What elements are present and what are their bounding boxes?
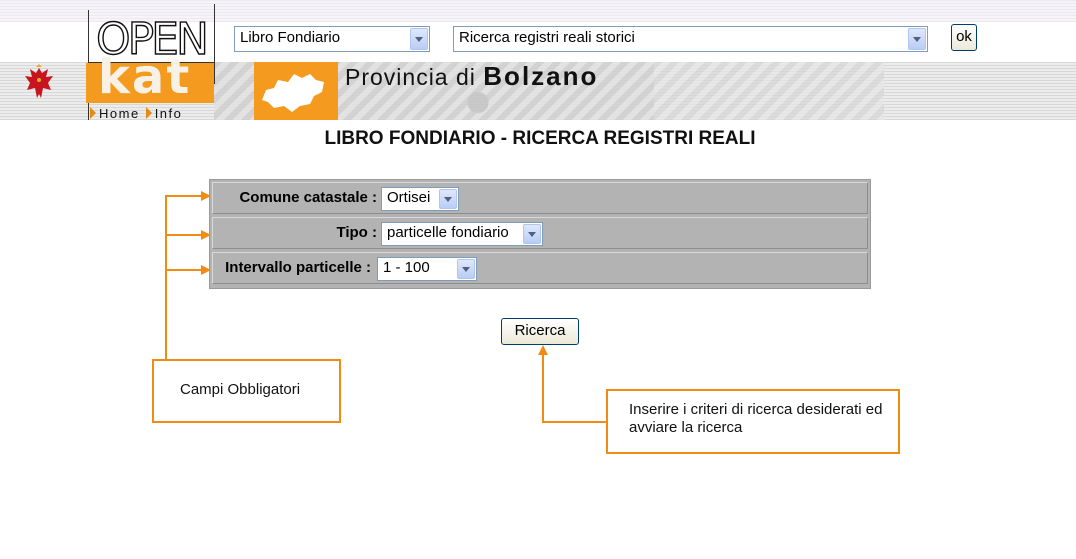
ok-button[interactable]: ok <box>951 24 977 51</box>
ricerca-button[interactable]: Ricerca <box>501 318 579 345</box>
tyrol-eagle-icon <box>25 64 53 98</box>
chevron-down-icon[interactable] <box>439 189 457 209</box>
chevron-down-icon[interactable] <box>457 259 475 279</box>
arrow-head-icon <box>538 345 548 355</box>
header-aerial-photo-right <box>654 62 884 120</box>
form-row-intervallo: Intervallo particelle : 1 - 100 <box>212 252 868 284</box>
required-arrow-1 <box>165 195 204 360</box>
nav-home-link[interactable]: Home <box>90 106 140 121</box>
nav-home-label: Home <box>99 106 140 121</box>
nav-arrow-icon <box>145 107 152 119</box>
search-arrow <box>542 352 607 423</box>
search-form: Comune catastale : Ortisei Tipo : partic… <box>209 179 871 289</box>
province-name: Bolzano <box>483 61 599 91</box>
page-title: LIBRO FONDIARIO - RICERCA REGISTRI REALI <box>324 128 756 149</box>
header-nav: Home Info <box>90 107 188 121</box>
comune-select[interactable]: Ortisei <box>381 187 459 211</box>
comune-select-value: Ortisei <box>387 189 431 206</box>
tipo-select[interactable]: particelle fondiario <box>381 222 543 246</box>
chevron-down-icon[interactable] <box>523 224 541 244</box>
province-title: Provincia di Bolzano <box>345 62 598 91</box>
required-fields-text: Campi Obbligatori <box>180 381 301 398</box>
search-type-select[interactable]: Ricerca registri reali storici <box>453 26 928 52</box>
form-row-tipo: Tipo : particelle fondiario <box>212 217 868 249</box>
chevron-down-icon[interactable] <box>410 28 428 50</box>
province-map-icon <box>262 74 324 112</box>
required-fields-note: Campi Obbligatori <box>152 359 341 423</box>
chevron-down-icon[interactable] <box>908 28 926 50</box>
province-prefix: Provincia di <box>345 64 476 90</box>
tipo-label: Tipo : <box>336 224 377 241</box>
logo-kat-text: kat <box>98 49 192 105</box>
register-select-value: Libro Fondiario <box>240 29 341 46</box>
register-select[interactable]: Libro Fondiario <box>234 26 430 52</box>
nav-info-label: Info <box>154 106 183 121</box>
search-hint-note: Inserire i criteri di ricerca desiderati… <box>606 389 900 454</box>
logo-frame-line <box>214 4 215 84</box>
intervallo-select[interactable]: 1 - 100 <box>377 257 477 281</box>
search-hint-text: Inserire i criteri di ricerca desiderati… <box>629 401 883 436</box>
intervallo-select-value: 1 - 100 <box>383 259 430 276</box>
form-row-comune: Comune catastale : Ortisei <box>212 182 868 214</box>
intervallo-label: Intervallo particelle : <box>225 259 371 276</box>
tipo-select-value: particelle fondiario <box>387 224 509 241</box>
nav-info-link[interactable]: Info <box>145 106 183 121</box>
comune-label: Comune catastale : <box>239 189 377 206</box>
nav-arrow-icon <box>90 107 96 119</box>
search-type-select-value: Ricerca registri reali storici <box>459 29 635 46</box>
